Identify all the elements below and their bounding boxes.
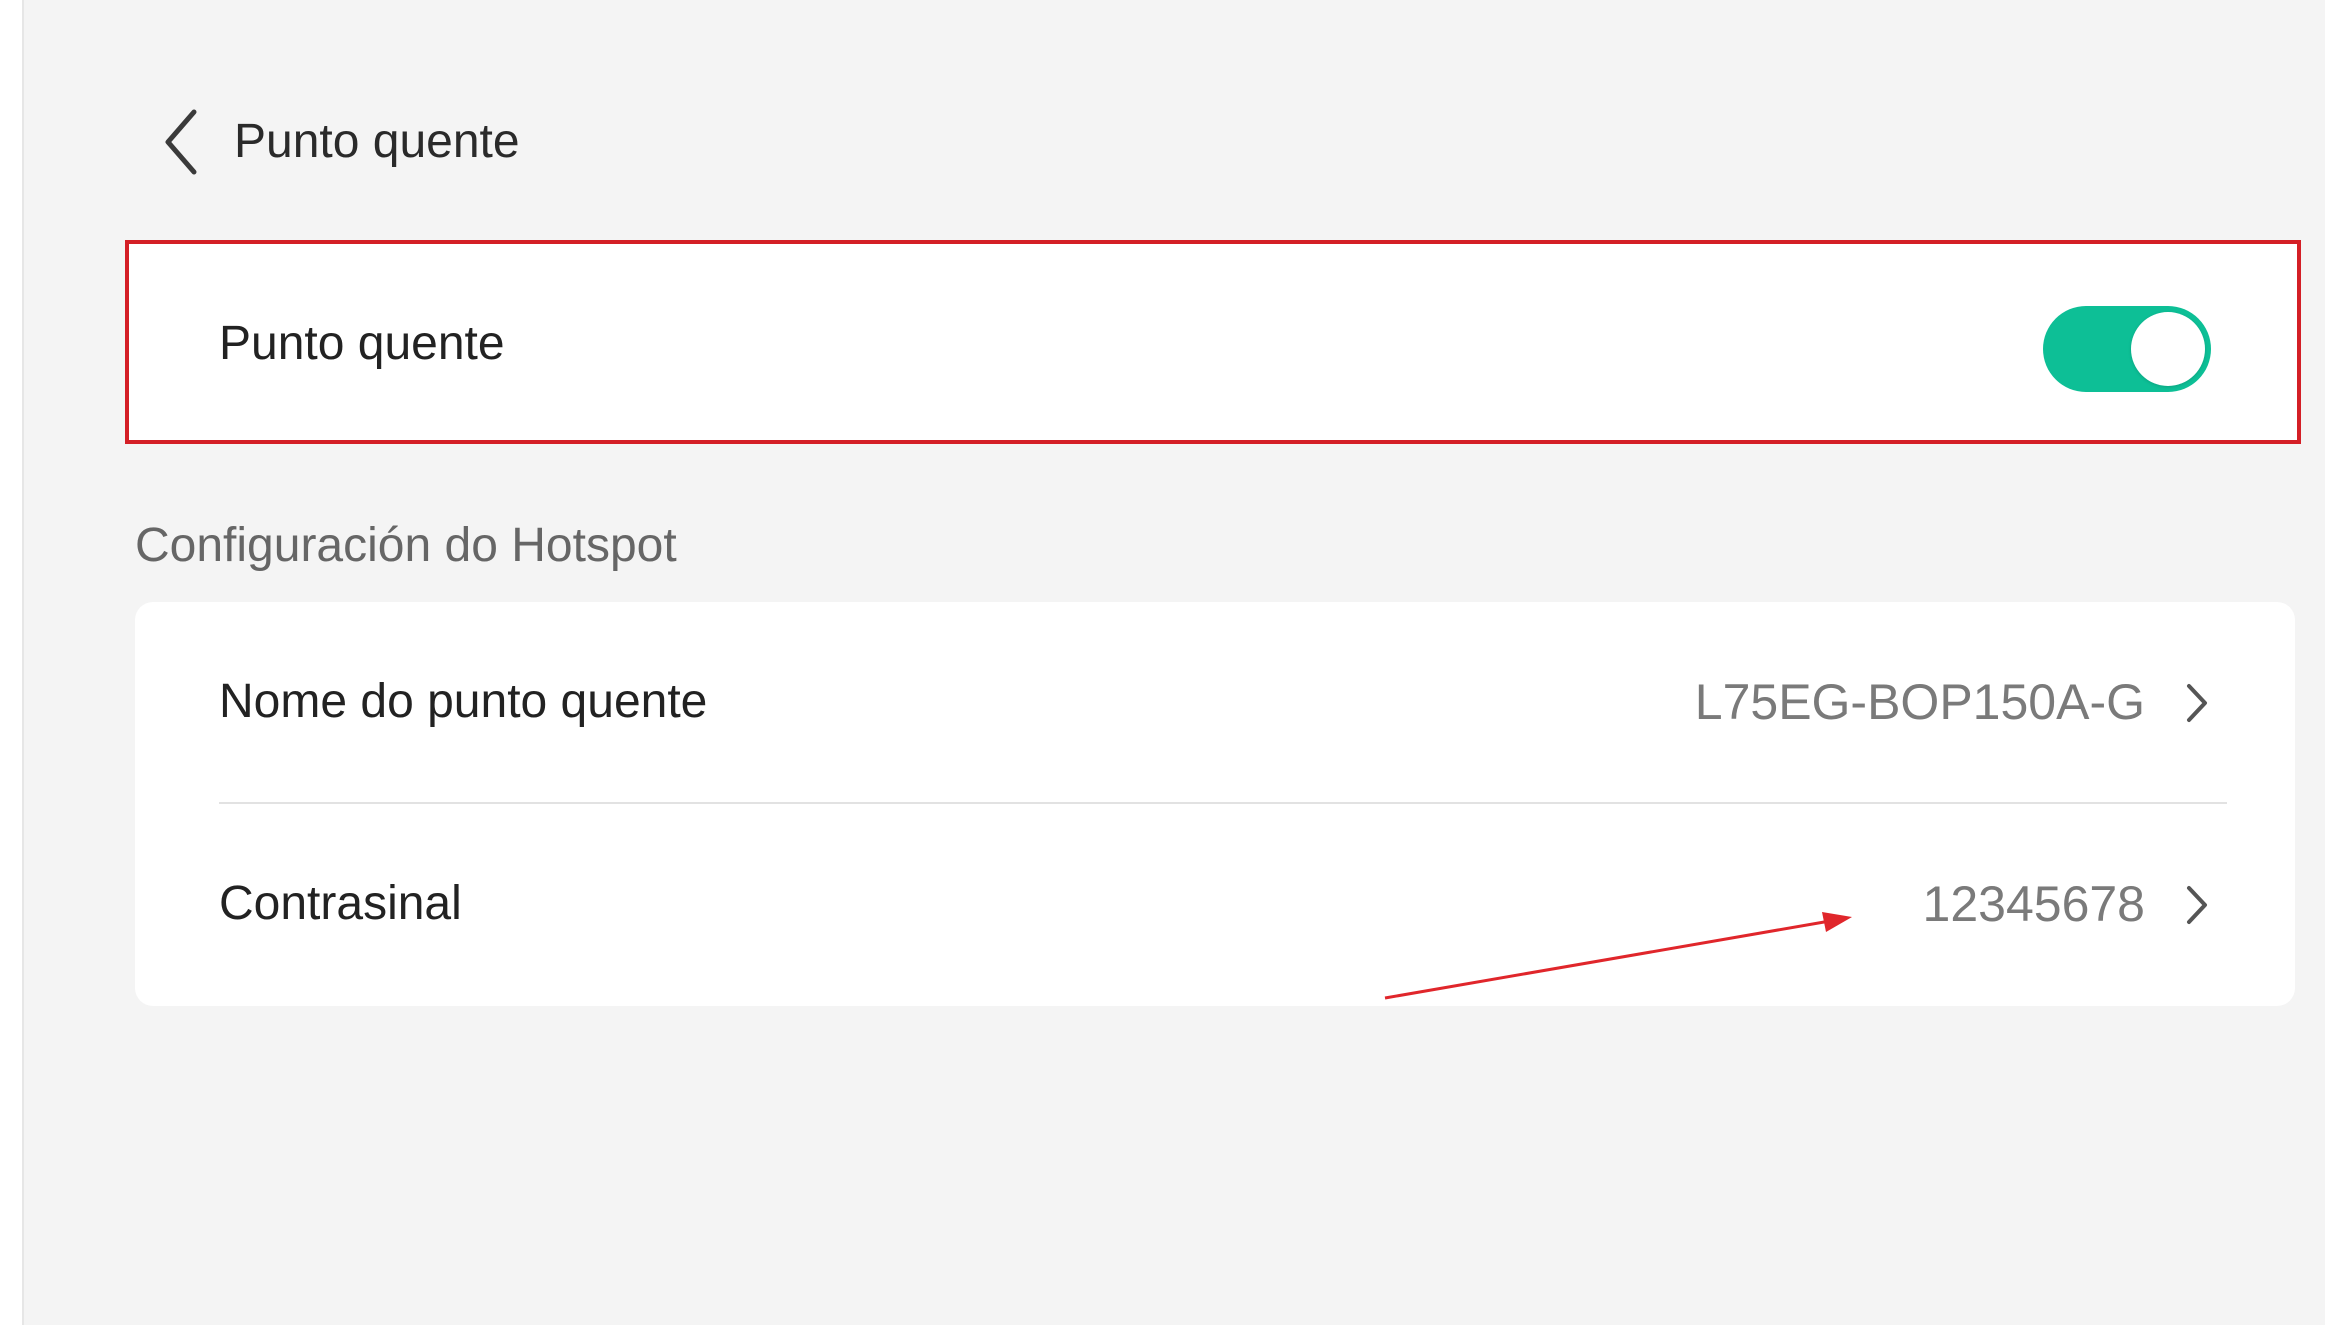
chevron-right-icon [2187, 886, 2207, 924]
hotspot-toggle-label: Punto quente [219, 317, 505, 370]
hotspot-toggle-switch[interactable] [2043, 306, 2211, 392]
hotspot-name-label: Nome do punto quente [219, 675, 708, 728]
password-value: 12345678 [1922, 876, 2145, 932]
header: Punto quente [24, 88, 924, 196]
section-title: Configuración do Hotspot [135, 519, 677, 572]
page-title: Punto quente [234, 115, 520, 168]
hotspot-toggle-row[interactable]: Punto quente [125, 240, 2301, 444]
hotspot-settings-card: Nome do punto quente L75EG-BOP150A-G Con… [135, 602, 2295, 1006]
hotspot-name-row[interactable]: Nome do punto quente L75EG-BOP150A-G [135, 602, 2295, 802]
password-label: Contrasinal [219, 877, 462, 930]
settings-page: Punto quente Punto quente Configuración … [22, 0, 2325, 1325]
hotspot-name-value: L75EG-BOP150A-G [1694, 674, 2145, 730]
password-row[interactable]: Contrasinal 12345678 [135, 804, 2295, 1004]
chevron-right-icon [2187, 684, 2207, 722]
toggle-knob [2131, 312, 2205, 386]
back-arrow-icon[interactable] [154, 102, 214, 182]
